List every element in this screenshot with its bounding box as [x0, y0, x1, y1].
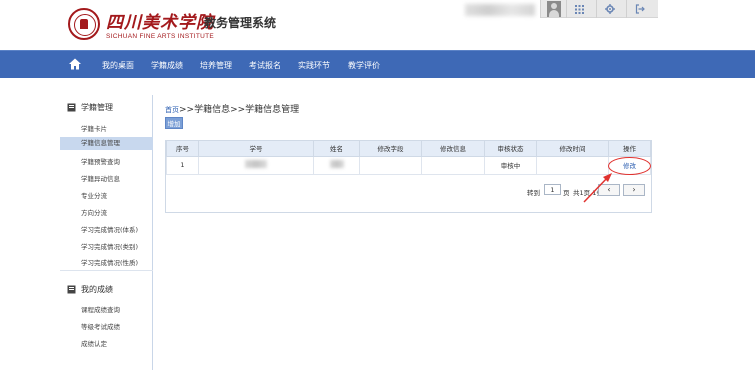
- sidebar: 学籍管理 学籍卡片 学籍信息管理 学籍预警查询 学籍异动信息 专业分流 方向分流…: [60, 95, 153, 370]
- cell-changed-field: [359, 155, 422, 175]
- sidebar-item-progress-nature[interactable]: 学习完成情况(性质): [81, 257, 138, 267]
- system-title: 教务管理系统: [204, 16, 277, 30]
- nav-status-grades[interactable]: 学籍成绩: [151, 60, 183, 71]
- table-row: 1 审核中 修改: [166, 155, 651, 175]
- breadcrumb-path: >>学籍信息>>学籍信息管理: [179, 105, 300, 115]
- sidebar-group-grades[interactable]: 我的成绩: [67, 284, 113, 295]
- col-changed-info: 修改信息: [421, 141, 485, 157]
- school-seal-logo: [68, 8, 100, 40]
- sidebar-item-progress-system[interactable]: 学习完成情况(体系): [81, 224, 138, 234]
- breadcrumb-home-link[interactable]: 首页: [165, 106, 179, 114]
- sidebar-item-major-split[interactable]: 专业分流: [81, 190, 107, 200]
- blurred-student-id: [245, 160, 267, 168]
- sidebar-group-label: 学籍管理: [81, 103, 113, 112]
- col-index: 序号: [166, 141, 199, 157]
- main-nav: 我的桌面 学籍成绩 培养管理 考试报名 实践环节 教学评价: [0, 50, 755, 78]
- cell-name: [313, 155, 360, 175]
- school-name-en: SICHUAN FINE ARTS INSTITUTE: [106, 33, 215, 40]
- logout-icon[interactable]: [626, 0, 652, 18]
- sidebar-item-status-change[interactable]: 学籍异动信息: [81, 173, 120, 183]
- goto-label: 转到: [527, 189, 540, 197]
- grid-icon[interactable]: [566, 0, 592, 18]
- school-name-logo: 四川美术学院: [106, 13, 214, 33]
- cell-index: 1: [166, 155, 199, 175]
- sidebar-item-level-exam[interactable]: 等级考试成绩: [81, 321, 120, 331]
- book-icon: [67, 285, 76, 294]
- nav-training[interactable]: 培养管理: [200, 60, 232, 71]
- col-review-status: 审核状态: [484, 141, 537, 157]
- cell-changed-info: [421, 155, 485, 175]
- sidebar-group-label: 我的成绩: [81, 285, 113, 294]
- breadcrumb: 首页>>学籍信息>>学籍信息管理: [165, 102, 299, 115]
- page-input[interactable]: 1: [544, 184, 561, 195]
- col-action: 操作: [608, 141, 651, 157]
- avatar[interactable]: [547, 1, 561, 17]
- blurred-name: [329, 160, 344, 168]
- add-button[interactable]: 增加: [165, 117, 183, 129]
- next-page-button[interactable]: ›: [623, 184, 645, 196]
- cell-student-id: [198, 155, 314, 175]
- sidebar-item-grade-recognition[interactable]: 成绩认定: [81, 338, 107, 348]
- header: 四川美术学院 SICHUAN FINE ARTS INSTITUTE 教务管理系…: [0, 0, 755, 50]
- sidebar-item-status-warning[interactable]: 学籍预警查询: [81, 156, 120, 166]
- blurred-user-info: [465, 4, 535, 16]
- nav-teaching-evaluation[interactable]: 教学评价: [348, 60, 380, 71]
- nav-exam-registration[interactable]: 考试报名: [249, 60, 281, 71]
- annotation-arrow: [583, 173, 612, 203]
- nav-practice[interactable]: 实践环节: [298, 60, 330, 71]
- cell-review-status: 审核中: [484, 155, 537, 175]
- nav-my-desktop[interactable]: 我的桌面: [102, 60, 134, 71]
- sidebar-item-direction-split[interactable]: 方向分流: [81, 207, 107, 217]
- table-header-row: 序号 学号 姓名 修改字段 修改信息 审核状态 修改时间 操作: [166, 141, 651, 157]
- sidebar-item-status-card[interactable]: 学籍卡片: [81, 123, 107, 133]
- col-change-time: 修改时间: [536, 141, 609, 157]
- home-icon[interactable]: [68, 57, 82, 71]
- gear-icon[interactable]: [596, 0, 622, 18]
- book-icon: [67, 103, 76, 112]
- page-label: 页: [563, 189, 570, 197]
- sidebar-item-progress-category[interactable]: 学习完成情况(类别): [81, 241, 138, 251]
- sidebar-item-status-info[interactable]: 学籍信息管理: [60, 137, 153, 150]
- records-table: 序号 学号 姓名 修改字段 修改信息 审核状态 修改时间 操作 1 审核中 修改: [166, 141, 651, 175]
- col-student-id: 学号: [198, 141, 314, 157]
- col-changed-field: 修改字段: [359, 141, 422, 157]
- sidebar-group-status[interactable]: 学籍管理: [67, 102, 113, 113]
- sidebar-item-course-grades[interactable]: 课程成绩查询: [81, 304, 120, 314]
- sidebar-divider: [60, 270, 153, 271]
- col-name: 姓名: [313, 141, 360, 157]
- pagination: 转到 1 页 共1页 1条 ‹ ›: [165, 183, 652, 203]
